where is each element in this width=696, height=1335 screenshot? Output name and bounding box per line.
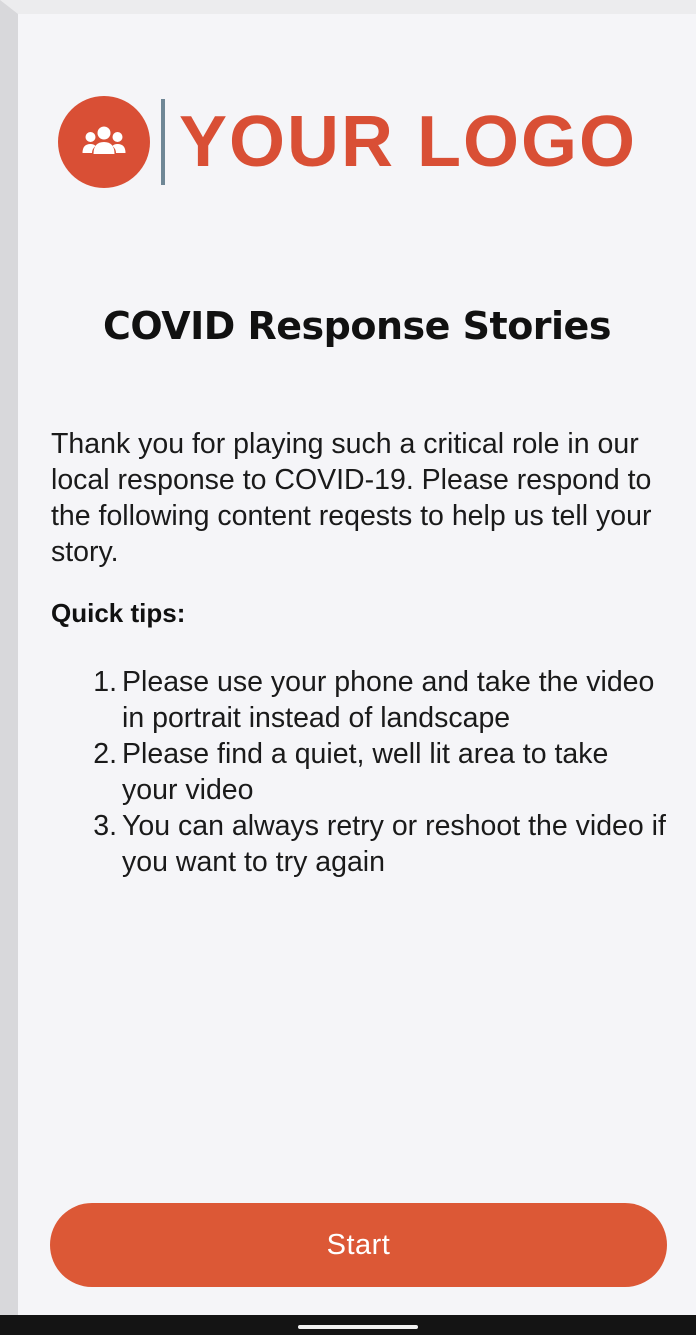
intro-paragraph: Thank you for playing such a critical ro… <box>51 428 652 568</box>
home-indicator[interactable] <box>298 1325 418 1329</box>
page-title: COVID Response Stories <box>103 304 611 348</box>
quick-tips-list: 1. Please use your phone and take the vi… <box>51 664 671 880</box>
group-people-glyph <box>82 126 126 154</box>
tip-text: Please use your phone and take the video… <box>122 666 655 734</box>
quick-tips-heading: Quick tips: <box>51 598 186 628</box>
tip-number: 2. <box>93 738 117 770</box>
tip-item: 3. You can always retry or reshoot the v… <box>51 808 671 880</box>
system-nav-bar <box>0 1315 696 1335</box>
tip-item: 1. Please use your phone and take the vi… <box>51 664 671 736</box>
group-people-icon <box>58 96 150 188</box>
logo-divider <box>161 99 165 185</box>
tip-item: 2. Please find a quiet, well lit area to… <box>51 736 671 808</box>
tip-text: You can always retry or reshoot the vide… <box>122 810 666 878</box>
tip-text: Please find a quiet, well lit area to ta… <box>122 738 609 806</box>
tip-number: 1. <box>93 666 117 698</box>
logo-text: YOUR LOGO <box>179 102 638 182</box>
app-screen: YOUR LOGO COVID Response Stories Thank y… <box>18 14 696 1315</box>
brand-logo: YOUR LOGO <box>58 94 637 190</box>
start-button[interactable]: Start <box>50 1203 667 1287</box>
tip-number: 3. <box>93 810 117 842</box>
